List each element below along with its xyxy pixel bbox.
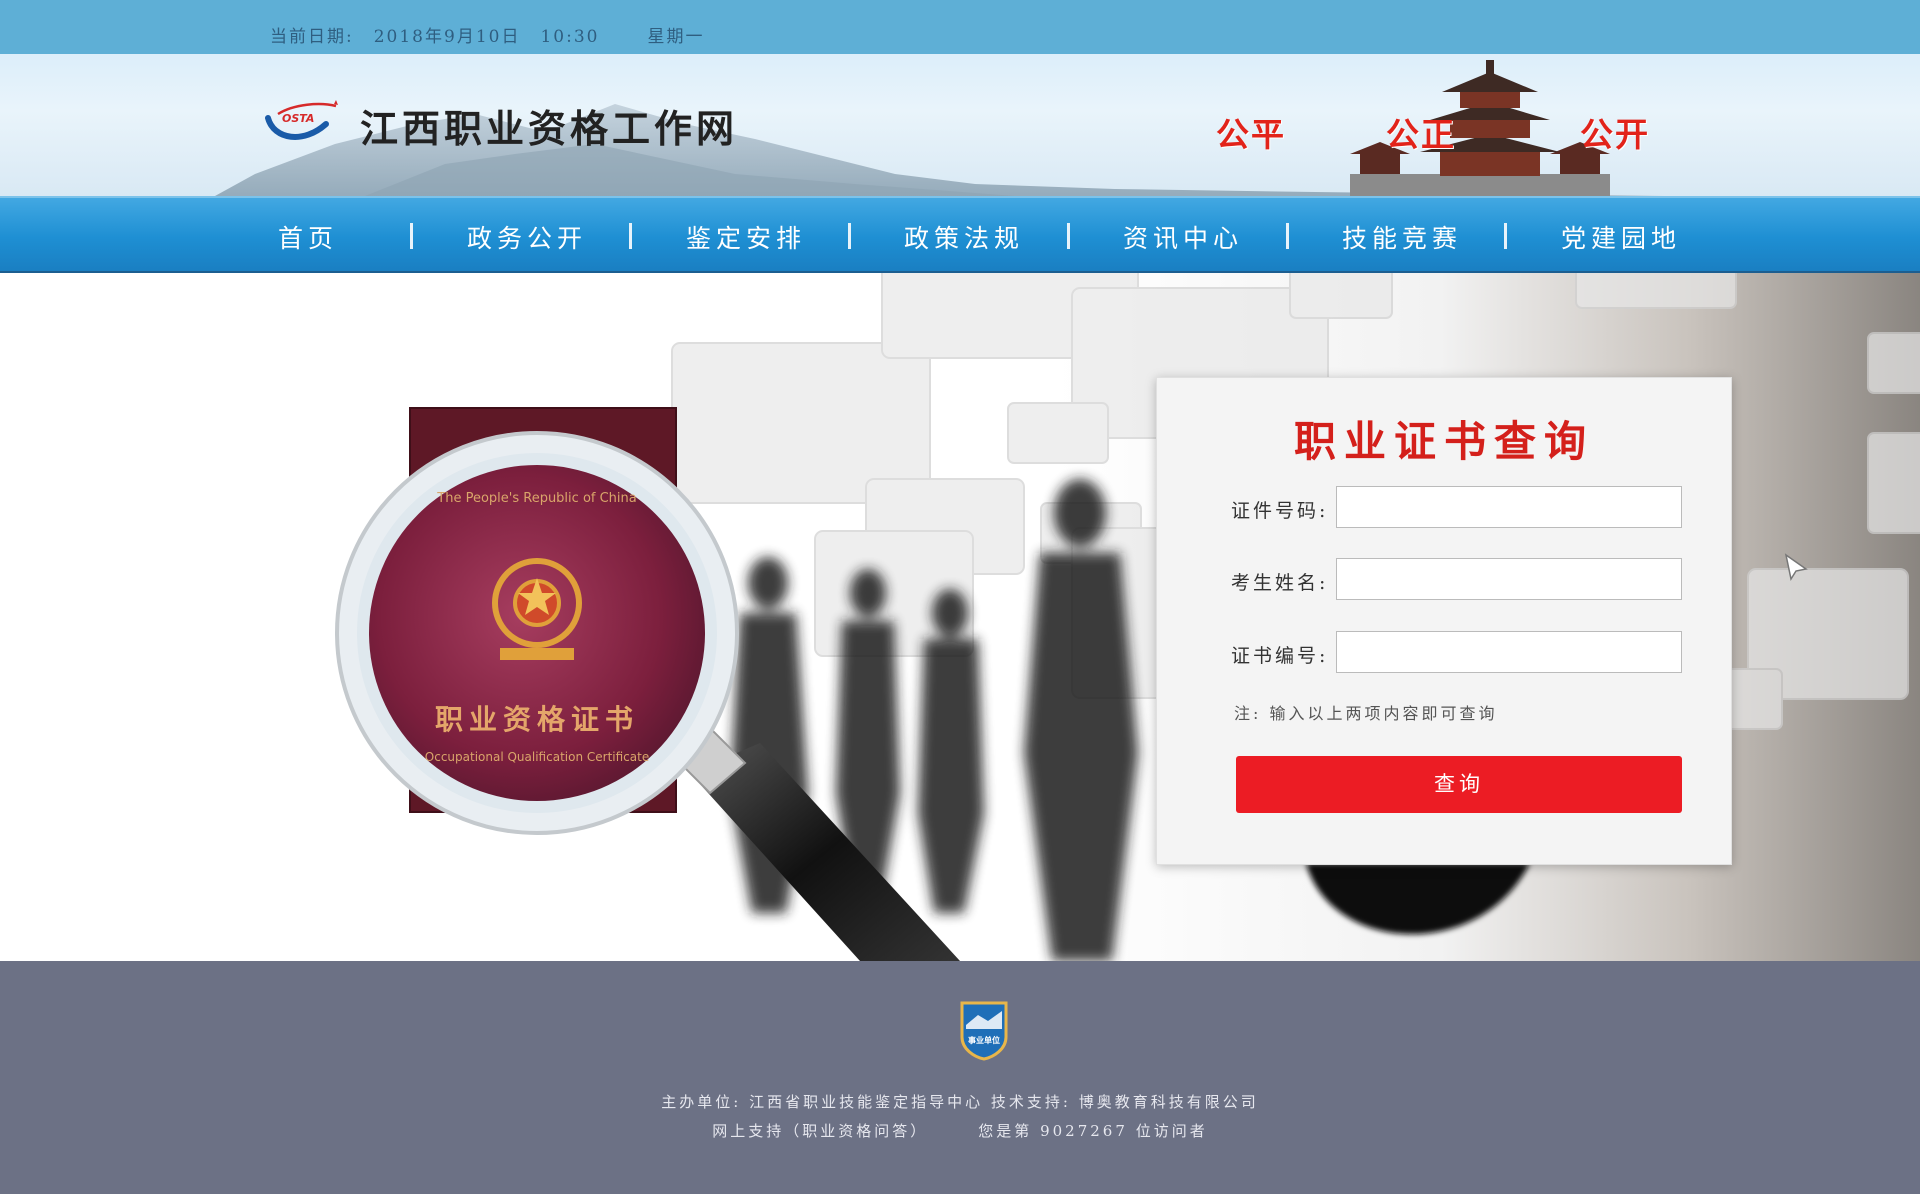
nav-item-home[interactable]: 首页 <box>278 219 338 255</box>
osta-logo: OSTA <box>265 100 338 140</box>
nav-item-policies[interactable]: 政策法规 <box>904 219 1024 255</box>
nav-separator <box>629 223 632 249</box>
visitor-suffix: 位访问者 <box>1135 1122 1208 1140</box>
sponsor-name: 江西省职业技能鉴定指导中心 <box>749 1093 984 1111</box>
svg-text:事业单位: 事业单位 <box>968 1035 1000 1045</box>
svg-text:Occupational Qualification Cer: Occupational Qualification Certificate <box>425 750 649 764</box>
visitor-count: 9027267 <box>1040 1122 1128 1140</box>
slogan-open: 公开 <box>1580 115 1650 154</box>
site-title: 江西职业资格工作网 <box>360 106 739 151</box>
nav-separator <box>1504 223 1507 249</box>
nav-separator <box>410 223 413 249</box>
id-number-input[interactable] <box>1336 486 1682 528</box>
tech-support-name: 博奥教育科技有限公司 <box>1078 1093 1259 1111</box>
id-number-label: 证件号码: <box>1231 500 1329 522</box>
footer-sponsor-line: 主办单位: 江西省职业技能鉴定指导中心 技术支持: 博奥教育科技有限公司 <box>0 1091 1920 1112</box>
footer: 事业单位 主办单位: 江西省职业技能鉴定指导中心 技术支持: 博奥教育科技有限公… <box>0 961 1920 1194</box>
date-label: 当前日期: <box>270 27 354 47</box>
footer-visitor-line: 网上支持（职业资格问答） 您是第 9027267 位访问者 <box>0 1120 1920 1141</box>
query-button[interactable]: 查询 <box>1236 756 1682 813</box>
nav-item-appraisal-schedule[interactable]: 鉴定安排 <box>686 219 806 255</box>
visitor-prefix: 您是第 <box>978 1122 1033 1140</box>
svg-text:OSTA: OSTA <box>282 112 314 125</box>
svg-text:职业资格证书: 职业资格证书 <box>435 703 639 736</box>
candidate-name-input[interactable] <box>1336 558 1682 600</box>
nav-item-news[interactable]: 资讯中心 <box>1123 219 1243 255</box>
slogan-just: 公正 <box>1386 115 1456 154</box>
svg-text:The People's Republic of China: The People's Republic of China <box>436 491 636 506</box>
query-note: 注: 输入以上两项内容即可查询 <box>1234 704 1498 723</box>
header-banner: OSTA 江西职业资格工作网 公平 公正 公开 <box>0 54 1920 196</box>
sponsor-label: 主办单位: <box>661 1093 742 1111</box>
nav-item-party-building[interactable]: 党建园地 <box>1561 219 1681 255</box>
nav-separator <box>1067 223 1070 249</box>
nav-separator <box>848 223 851 249</box>
main-nav: 首页 政务公开 鉴定安排 政策法规 资讯中心 技能竞赛 党建园地 <box>0 196 1920 273</box>
nav-separator <box>1286 223 1289 249</box>
current-date: 当前日期: 2018年9月10日 10:30 星期一 <box>270 22 724 47</box>
weekday: 星期一 <box>647 27 705 47</box>
date-value: 2018年9月10日 <box>373 27 521 47</box>
certificate-number-input[interactable] <box>1336 631 1682 673</box>
nav-item-government-affairs[interactable]: 政务公开 <box>467 219 587 255</box>
online-support-link[interactable]: 网上支持（职业资格问答） <box>712 1122 928 1140</box>
tech-support-label: 技术支持: <box>990 1093 1071 1111</box>
certificate-number-label: 证书编号: <box>1231 645 1329 667</box>
slogan-fair: 公平 <box>1216 115 1286 154</box>
date-bar: 当前日期: 2018年9月10日 10:30 星期一 <box>0 0 1920 54</box>
certificate-query-card: 职业证书查询 证件号码: 考生姓名: 证书编号: 注: 输入以上两项内容即可查询… <box>1156 377 1732 865</box>
query-title: 职业证书查询 <box>1293 417 1594 466</box>
nav-item-skills-competition[interactable]: 技能竞赛 <box>1342 219 1462 255</box>
candidate-name-label: 考生姓名: <box>1231 572 1329 594</box>
time-value: 10:30 <box>540 27 600 47</box>
public-institution-badge-icon: 事业单位 <box>960 1001 1008 1061</box>
